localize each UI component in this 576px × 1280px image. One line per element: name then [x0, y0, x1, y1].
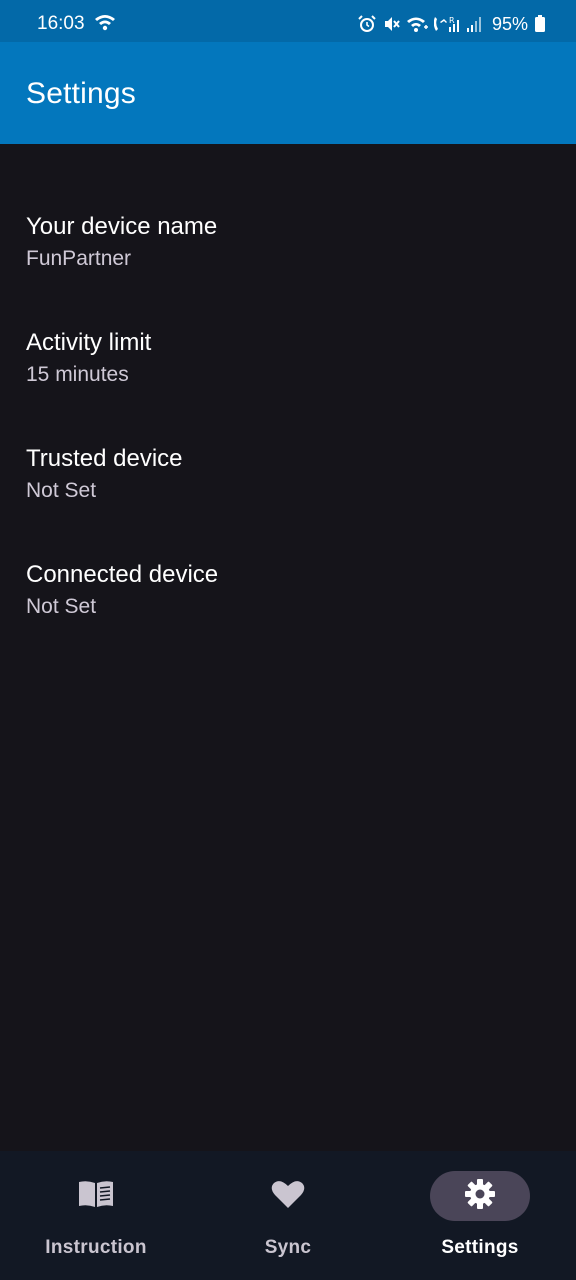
status-icons: R 95%: [358, 12, 546, 36]
book-icon: [77, 1179, 115, 1214]
svg-text:R: R: [449, 16, 455, 25]
setting-device-name[interactable]: Your device name FunPartner: [0, 144, 576, 270]
setting-connected-device[interactable]: Connected device Not Set: [0, 492, 576, 618]
signal-icon: [466, 15, 484, 33]
status-time: 16:03: [37, 13, 85, 34]
nav-label: Sync: [264, 1237, 312, 1258]
setting-activity-limit[interactable]: Activity limit 15 minutes: [0, 260, 576, 386]
nav-label: Settings: [441, 1237, 519, 1258]
status-bar: 16:03 R 95%: [0, 0, 576, 42]
setting-trusted-device[interactable]: Trusted device Not Set: [0, 376, 576, 502]
gear-icon: [464, 1178, 496, 1215]
bottom-navigation: Instruction Sync Settings: [0, 1151, 576, 1280]
nav-item-sync[interactable]: Sync: [192, 1151, 384, 1280]
alarm-icon: [358, 15, 376, 33]
setting-title: Your device name: [26, 213, 218, 240]
nav-icon-container: [238, 1171, 338, 1221]
page-title: Settings: [26, 77, 136, 110]
nav-icon-container: [46, 1171, 146, 1221]
mute-icon: [382, 15, 400, 33]
heart-icon: [271, 1179, 305, 1214]
wifi-calling-icon: [406, 15, 428, 33]
battery-percent: 95%: [491, 13, 528, 34]
wifi-icon: [94, 13, 116, 37]
nav-item-settings[interactable]: Settings: [384, 1151, 576, 1280]
roaming-signal-icon: R: [433, 15, 460, 33]
setting-title: Trusted device: [26, 445, 183, 472]
app-bar: Settings: [0, 42, 576, 144]
nav-item-instruction[interactable]: Instruction: [0, 1151, 192, 1280]
setting-title: Activity limit: [26, 329, 152, 356]
setting-title: Connected device: [26, 561, 219, 588]
nav-label: Instruction: [45, 1237, 147, 1258]
battery-icon: [534, 15, 546, 33]
nav-icon-container: [430, 1171, 530, 1221]
setting-value: Not Set: [26, 595, 97, 618]
